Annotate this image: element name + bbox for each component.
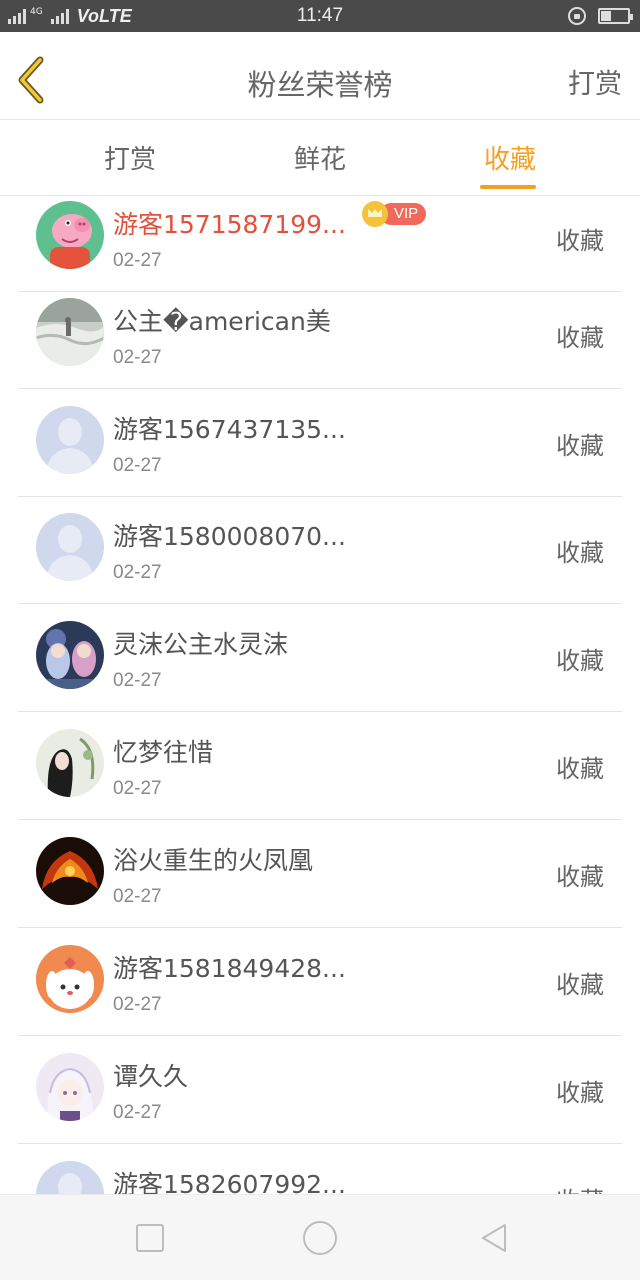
fans-list[interactable]: 游客1571587199... VIP 02-27 收藏 公主�american… xyxy=(0,196,640,1194)
active-tab-indicator xyxy=(480,185,536,189)
date-label: 02-27 xyxy=(113,455,162,476)
action-label: 收藏 xyxy=(556,1181,604,1194)
date-label: 02-27 xyxy=(113,562,162,583)
rotation-lock-icon xyxy=(568,7,586,25)
recent-apps-button[interactable] xyxy=(136,1224,164,1252)
anime-girls-avatar[interactable] xyxy=(36,621,104,689)
user-name: 公主�american美 xyxy=(113,307,331,336)
status-bar: 4G VoLTE 11:47 xyxy=(0,0,640,32)
list-item[interactable]: 游客1582607992... 收藏 xyxy=(0,1144,640,1194)
action-label: 收藏 xyxy=(556,539,604,567)
default-user-avatar[interactable] xyxy=(36,406,104,474)
action-label: 收藏 xyxy=(556,863,604,891)
tab-favorites[interactable]: 收藏 xyxy=(450,139,570,189)
vip-badge: VIP xyxy=(362,201,427,227)
action-label: 收藏 xyxy=(556,432,604,460)
list-item[interactable]: 谭久久 02-27 收藏 xyxy=(0,1036,640,1144)
user-name: 忆梦往惜 xyxy=(113,738,214,767)
user-name: 游客1581849428... xyxy=(113,954,346,983)
user-name: 游客1571587199... xyxy=(113,210,346,239)
anime-avatar[interactable] xyxy=(36,1053,104,1121)
reward-button[interactable]: 打赏 xyxy=(568,62,622,101)
date-label: 02-27 xyxy=(113,670,162,691)
action-label: 收藏 xyxy=(556,755,604,783)
list-item[interactable]: 游客1571587199... VIP 02-27 收藏 xyxy=(0,196,640,292)
list-item[interactable]: 公主�american美 02-27 收藏 xyxy=(0,281,640,389)
crown-icon xyxy=(362,201,388,227)
tab-reward[interactable]: 打赏 xyxy=(70,139,190,176)
list-item[interactable]: 游客1580008070... 02-27 收藏 xyxy=(0,496,640,604)
list-item[interactable]: 灵沫公主水灵沫 02-27 收藏 xyxy=(0,604,640,712)
home-button[interactable] xyxy=(303,1221,337,1255)
system-navigation-bar xyxy=(0,1194,640,1280)
user-name: 浴火重生的火凤凰 xyxy=(113,846,314,875)
tab-flowers[interactable]: 鲜花 xyxy=(260,139,380,176)
default-user-avatar[interactable] xyxy=(36,513,104,581)
cartoon-dog-avatar[interactable] xyxy=(36,945,104,1013)
user-name: 游客1580008070... xyxy=(113,522,346,551)
list-item[interactable]: 游客1567437135... 02-27 收藏 xyxy=(0,389,640,497)
action-label: 收藏 xyxy=(556,971,604,999)
user-name: 游客1567437135... xyxy=(113,415,346,444)
date-label: 02-27 xyxy=(113,347,162,368)
default-user-avatar[interactable] xyxy=(36,1161,104,1194)
tab-favorites-label: 收藏 xyxy=(483,145,536,175)
list-item[interactable]: 游客1581849428... 02-27 收藏 xyxy=(0,928,640,1036)
portrait-avatar[interactable] xyxy=(36,729,104,797)
peppa-pig-avatar[interactable] xyxy=(36,201,104,269)
action-label: 收藏 xyxy=(556,324,604,352)
app-header: 粉丝荣誉榜 打赏 xyxy=(0,32,640,120)
user-name: 灵沫公主水灵沫 xyxy=(113,630,289,659)
status-time: 11:47 xyxy=(296,5,344,26)
list-item[interactable]: 忆梦往惜 02-27 收藏 xyxy=(0,712,640,820)
battery-level xyxy=(601,11,611,21)
date-label: 02-27 xyxy=(113,994,162,1015)
date-label: 02-27 xyxy=(113,886,162,907)
date-label: 02-27 xyxy=(113,250,162,271)
action-label: 收藏 xyxy=(556,1079,604,1107)
list-item[interactable]: 浴火重生的火凤凰 02-27 收藏 xyxy=(0,820,640,928)
battery-icon xyxy=(598,8,633,24)
user-name: 游客1582607992... xyxy=(113,1170,346,1194)
action-label: 收藏 xyxy=(556,647,604,675)
photo-avatar[interactable] xyxy=(36,298,104,366)
phoenix-avatar[interactable] xyxy=(36,837,104,905)
back-nav-button[interactable] xyxy=(477,1221,511,1255)
date-label: 02-27 xyxy=(113,1102,162,1123)
date-label: 02-27 xyxy=(113,778,162,799)
page-title: 粉丝荣誉榜 xyxy=(247,68,393,102)
triangle-back-icon xyxy=(482,1224,506,1252)
tab-bar: 打赏 鲜花 收藏 xyxy=(0,121,640,196)
action-label: 收藏 xyxy=(556,227,604,255)
user-name: 谭久久 xyxy=(113,1062,189,1091)
